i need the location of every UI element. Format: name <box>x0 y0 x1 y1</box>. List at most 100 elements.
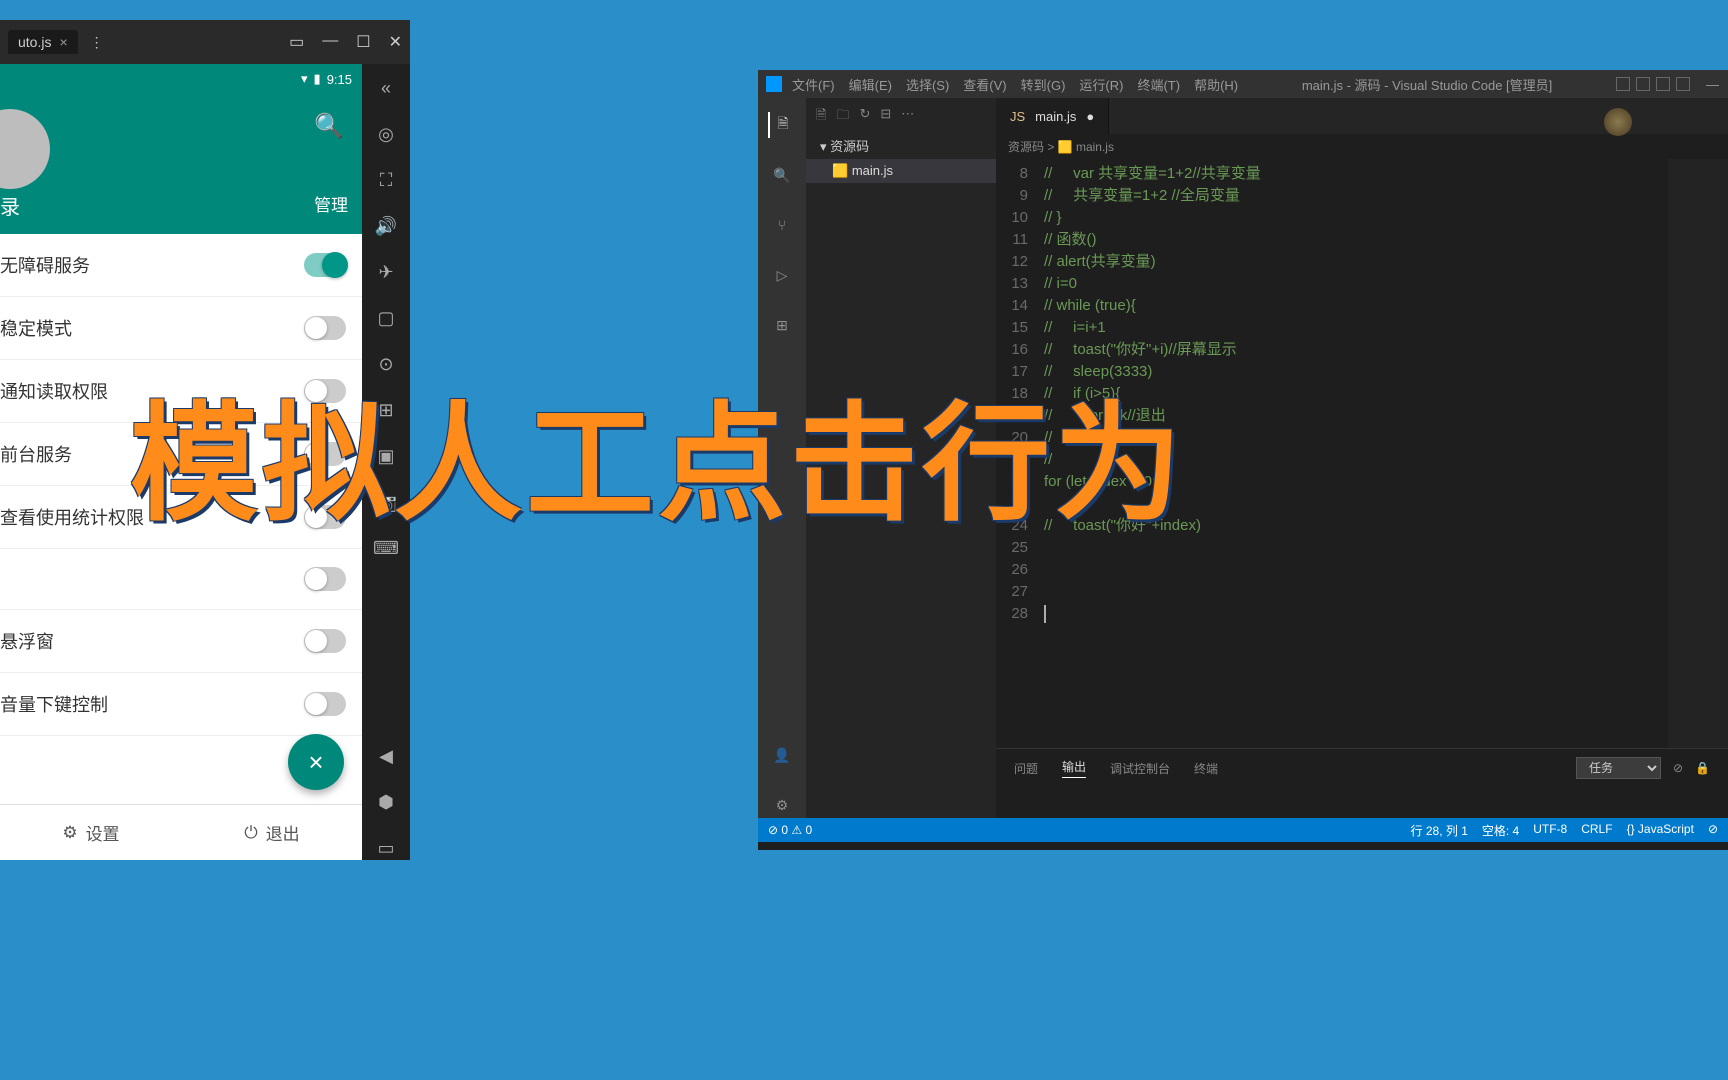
output-select[interactable]: 任务 <box>1576 757 1661 779</box>
panel-tab[interactable]: 问题 <box>1014 760 1038 777</box>
status-item[interactable]: CRLF <box>1581 822 1612 839</box>
emulator-tab[interactable]: uto.js × <box>8 30 78 54</box>
status-item[interactable]: UTF-8 <box>1533 822 1567 839</box>
panel-tab[interactable]: 终端 <box>1194 760 1218 777</box>
code-line[interactable]: 26 <box>996 559 1728 581</box>
code-line[interactable]: 8// var 共享变量=1+2//共享变量 <box>996 163 1728 185</box>
setting-row[interactable] <box>0 549 362 610</box>
code-line[interactable]: 20// <box>996 427 1728 449</box>
layout-icon[interactable] <box>1656 77 1670 91</box>
status-problems[interactable]: ⊘ 0 ⚠ 0 <box>768 823 812 837</box>
close-icon[interactable]: × <box>59 34 67 50</box>
code-line[interactable]: 28 <box>996 603 1728 625</box>
code-line[interactable]: 16// toast("你好"+i)//屏幕显示 <box>996 339 1728 361</box>
toggle-switch[interactable] <box>304 567 346 591</box>
code-line[interactable]: 13// i=0 <box>996 273 1728 295</box>
collapse-all-icon[interactable]: ⊟ <box>880 106 891 128</box>
crop-icon[interactable]: ▢ <box>374 306 398 330</box>
extensions-icon[interactable]: ⊞ <box>769 312 795 338</box>
menu-item[interactable]: 选择(S) <box>906 75 949 94</box>
login-label[interactable]: 录 <box>0 191 20 220</box>
avatar[interactable] <box>0 109 50 189</box>
toggle-switch[interactable] <box>304 692 346 716</box>
code-editor[interactable]: 8// var 共享变量=1+2//共享变量9// 共享变量=1+2 //全局变… <box>996 159 1728 748</box>
new-file-icon[interactable]: 🗎 <box>816 106 826 128</box>
explorer-icon[interactable]: 🗎 <box>768 112 794 138</box>
menu-item[interactable]: 文件(F) <box>792 75 835 94</box>
explorer-folder[interactable]: ▾ 资源码 <box>806 132 996 159</box>
layout-icon[interactable] <box>1616 77 1630 91</box>
setting-row[interactable]: 通知读取权限 <box>0 360 362 423</box>
setting-row[interactable]: 前台服务 <box>0 423 362 486</box>
minimap[interactable] <box>1668 159 1728 748</box>
toggle-switch[interactable] <box>304 379 346 403</box>
code-line[interactable]: 25 <box>996 537 1728 559</box>
minimize-icon[interactable]: — <box>322 32 338 52</box>
manage-label[interactable]: 管理 <box>314 191 348 216</box>
refresh-icon[interactable]: ↻ <box>859 106 870 128</box>
shake-icon[interactable]: ✈ <box>374 260 398 284</box>
code-line[interactable]: 15// i=i+1 <box>996 317 1728 339</box>
screenshot-icon[interactable]: ▣ <box>374 444 398 468</box>
menu-item[interactable]: 编辑(E) <box>849 75 892 94</box>
maximize-icon[interactable]: ☐ <box>356 32 370 52</box>
toggle-switch[interactable] <box>304 442 346 466</box>
minimize-icon[interactable]: — <box>1706 77 1720 91</box>
layout-icon[interactable] <box>1676 77 1690 91</box>
clear-icon[interactable]: ⊘ <box>1673 761 1683 775</box>
menu-item[interactable]: 转到(G) <box>1021 75 1066 94</box>
editor-tab[interactable]: JS main.js ● <box>996 98 1109 134</box>
run-debug-icon[interactable]: ▷ <box>769 262 795 288</box>
code-line[interactable]: 12// alert(共享变量) <box>996 251 1728 273</box>
settings-gear-icon[interactable]: ⚙ <box>769 792 795 818</box>
code-line[interactable]: 24// toast("你好"+index) <box>996 515 1728 537</box>
menu-item[interactable]: 运行(R) <box>1079 75 1123 94</box>
back-icon[interactable]: ◀ <box>374 744 398 768</box>
settings-button[interactable]: ⚙ 设置 <box>62 820 119 845</box>
setting-row[interactable]: 无障碍服务 <box>0 234 362 297</box>
toggle-switch[interactable] <box>304 629 346 653</box>
code-line[interactable]: 18// if (i>5){ <box>996 383 1728 405</box>
panel-tab[interactable]: 调试控制台 <box>1110 760 1170 777</box>
keyboard-icon[interactable]: ⌨ <box>374 536 398 560</box>
code-line[interactable]: 23 <box>996 493 1728 515</box>
layout-icon[interactable] <box>1636 77 1650 91</box>
lock-icon[interactable]: 🔒 <box>1695 761 1710 775</box>
menu-item[interactable]: 帮助(H) <box>1194 75 1238 94</box>
search-icon[interactable]: 🔍 <box>769 162 795 188</box>
status-item[interactable]: ⊘ <box>1708 822 1718 839</box>
code-line[interactable]: 27 <box>996 581 1728 603</box>
apps-icon[interactable]: ⊞ <box>374 398 398 422</box>
status-item[interactable]: 行 28, 列 1 <box>1411 822 1468 839</box>
toggle-switch[interactable] <box>304 505 346 529</box>
account-icon[interactable]: 👤 <box>769 742 795 768</box>
setting-row[interactable]: 查看使用统计权限 <box>0 486 362 549</box>
fab-close[interactable]: × <box>288 734 344 790</box>
new-folder-icon[interactable]: 🗀 <box>836 106 849 128</box>
home-icon[interactable]: ⬢ <box>374 790 398 814</box>
cast-icon[interactable]: ▭ <box>289 32 304 52</box>
setting-row[interactable]: 悬浮窗 <box>0 610 362 673</box>
code-line[interactable]: 22for (let index = 0; <box>996 471 1728 493</box>
more-icon[interactable]: ⋯ <box>901 106 914 128</box>
setting-row[interactable]: 稳定模式 <box>0 297 362 360</box>
panel-tab[interactable]: 输出 <box>1062 758 1086 778</box>
explorer-file[interactable]: 🟨 main.js <box>806 159 996 183</box>
exit-button[interactable]: ⏻ 退出 <box>244 820 299 845</box>
status-item[interactable]: {} JavaScript <box>1627 822 1694 839</box>
collapse-icon[interactable]: « <box>374 76 398 100</box>
code-line[interactable]: 11// 函数() <box>996 229 1728 251</box>
search-icon[interactable]: 🔍 <box>314 112 344 141</box>
menu-item[interactable]: 查看(V) <box>963 75 1006 94</box>
code-line[interactable]: 10// } <box>996 207 1728 229</box>
volume-icon[interactable]: 🔊 <box>374 214 398 238</box>
code-line[interactable]: 21// <box>996 449 1728 471</box>
more-icon[interactable]: ⋮ <box>90 34 106 51</box>
code-line[interactable]: 17// sleep(3333) <box>996 361 1728 383</box>
toggle-switch[interactable] <box>304 316 346 340</box>
code-line[interactable]: 19// break//退出 <box>996 405 1728 427</box>
record-icon[interactable]: ⊙ <box>374 352 398 376</box>
toggle-switch[interactable] <box>304 253 346 277</box>
setting-row[interactable]: 音量下键控制 <box>0 673 362 736</box>
code-line[interactable]: 14// while (true){ <box>996 295 1728 317</box>
